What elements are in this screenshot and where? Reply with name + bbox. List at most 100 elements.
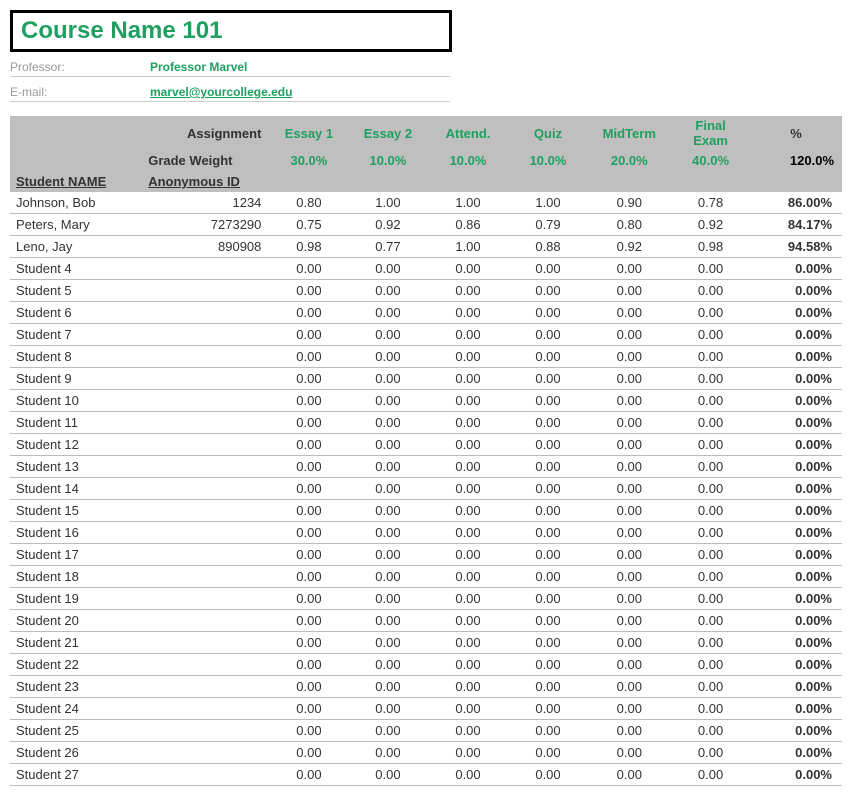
student-name: Student 20 (10, 610, 142, 632)
score-cell: 0.00 (348, 368, 427, 390)
score-cell: 0.00 (269, 390, 348, 412)
score-cell: 0.75 (269, 214, 348, 236)
score-cell: 0.00 (587, 302, 671, 324)
student-name: Student 18 (10, 566, 142, 588)
score-cell: 0.00 (509, 456, 588, 478)
student-name: Student 4 (10, 258, 142, 280)
student-id (142, 368, 269, 390)
student-name: Student 15 (10, 500, 142, 522)
score-cell: 0.00 (348, 742, 427, 764)
pct-cell: 0.00% (750, 500, 842, 522)
table-row: Student 100.000.000.000.000.000.000.00% (10, 390, 842, 412)
pct-cell: 0.00% (750, 764, 842, 786)
score-cell: 0.00 (348, 544, 427, 566)
table-row: Johnson, Bob12340.801.001.001.000.900.78… (10, 192, 842, 214)
score-cell: 0.00 (587, 610, 671, 632)
student-id (142, 654, 269, 676)
score-cell: 0.00 (509, 478, 588, 500)
score-cell: 0.00 (671, 698, 750, 720)
score-cell: 0.00 (587, 654, 671, 676)
score-cell: 0.00 (348, 610, 427, 632)
score-cell: 0.00 (509, 324, 588, 346)
score-cell: 0.00 (269, 368, 348, 390)
pct-cell: 0.00% (750, 720, 842, 742)
pct-cell: 0.00% (750, 368, 842, 390)
score-cell: 0.00 (427, 456, 508, 478)
student-name: Student 23 (10, 676, 142, 698)
pct-cell: 0.00% (750, 676, 842, 698)
student-id (142, 588, 269, 610)
student-name: Student 11 (10, 412, 142, 434)
pct-cell: 0.00% (750, 280, 842, 302)
student-id: 7273290 (142, 214, 269, 236)
score-cell: 0.92 (348, 214, 427, 236)
header-col-1: Essay 2 (348, 116, 427, 150)
score-cell: 0.00 (587, 434, 671, 456)
score-cell: 0.00 (671, 654, 750, 676)
pct-cell: 86.00% (750, 192, 842, 214)
score-cell: 0.00 (348, 478, 427, 500)
score-cell: 0.00 (269, 258, 348, 280)
student-name: Student 12 (10, 434, 142, 456)
student-name: Student 22 (10, 654, 142, 676)
score-cell: 0.00 (269, 654, 348, 676)
score-cell: 0.00 (587, 500, 671, 522)
student-name: Student 17 (10, 544, 142, 566)
student-name: Student 13 (10, 456, 142, 478)
score-cell: 0.00 (427, 302, 508, 324)
table-row: Student 220.000.000.000.000.000.000.00% (10, 654, 842, 676)
student-id (142, 258, 269, 280)
score-cell: 0.88 (509, 236, 588, 258)
score-cell: 0.00 (269, 544, 348, 566)
score-cell: 0.00 (509, 720, 588, 742)
score-cell: 0.00 (671, 258, 750, 280)
score-cell: 0.00 (671, 720, 750, 742)
email-value[interactable]: marvel@yourcollege.edu (150, 83, 450, 102)
score-cell: 0.00 (427, 346, 508, 368)
score-cell: 0.00 (427, 610, 508, 632)
table-row: Student 120.000.000.000.000.000.000.00% (10, 434, 842, 456)
student-id (142, 676, 269, 698)
score-cell: 0.00 (269, 346, 348, 368)
score-cell: 0.00 (348, 302, 427, 324)
email-label: E-mail: (10, 83, 150, 102)
score-cell: 0.00 (509, 500, 588, 522)
score-cell: 0.00 (671, 368, 750, 390)
header-col-2: Attend. (427, 116, 508, 150)
score-cell: 0.00 (587, 544, 671, 566)
student-name: Leno, Jay (10, 236, 142, 258)
weight-1: 10.0% (348, 150, 427, 171)
student-name: Student 7 (10, 324, 142, 346)
score-cell: 0.00 (348, 280, 427, 302)
score-cell: 0.00 (671, 434, 750, 456)
score-cell: 0.00 (587, 390, 671, 412)
score-cell: 0.00 (269, 456, 348, 478)
total-weight: 120.0% (750, 150, 842, 171)
score-cell: 0.98 (671, 236, 750, 258)
table-row: Student 170.000.000.000.000.000.000.00% (10, 544, 842, 566)
student-id (142, 522, 269, 544)
grade-table: Assignment Essay 1 Essay 2 Attend. Quiz … (10, 116, 842, 786)
score-cell: 1.00 (427, 236, 508, 258)
score-cell: 0.00 (427, 544, 508, 566)
table-row: Student 180.000.000.000.000.000.000.00% (10, 566, 842, 588)
score-cell: 1.00 (427, 192, 508, 214)
score-cell: 0.86 (427, 214, 508, 236)
score-cell: 0.00 (269, 566, 348, 588)
score-cell: 0.00 (348, 412, 427, 434)
table-row: Student 40.000.000.000.000.000.000.00% (10, 258, 842, 280)
score-cell: 0.00 (269, 676, 348, 698)
student-name: Student 24 (10, 698, 142, 720)
student-name: Student 5 (10, 280, 142, 302)
score-cell: 0.00 (587, 588, 671, 610)
student-name: Student 14 (10, 478, 142, 500)
student-id (142, 610, 269, 632)
score-cell: 0.00 (269, 500, 348, 522)
score-cell: 0.00 (509, 346, 588, 368)
pct-cell: 84.17% (750, 214, 842, 236)
pct-cell: 0.00% (750, 544, 842, 566)
professor-value: Professor Marvel (150, 58, 450, 77)
student-name: Student 16 (10, 522, 142, 544)
score-cell: 0.00 (348, 500, 427, 522)
header-col-4: MidTerm (587, 116, 671, 150)
